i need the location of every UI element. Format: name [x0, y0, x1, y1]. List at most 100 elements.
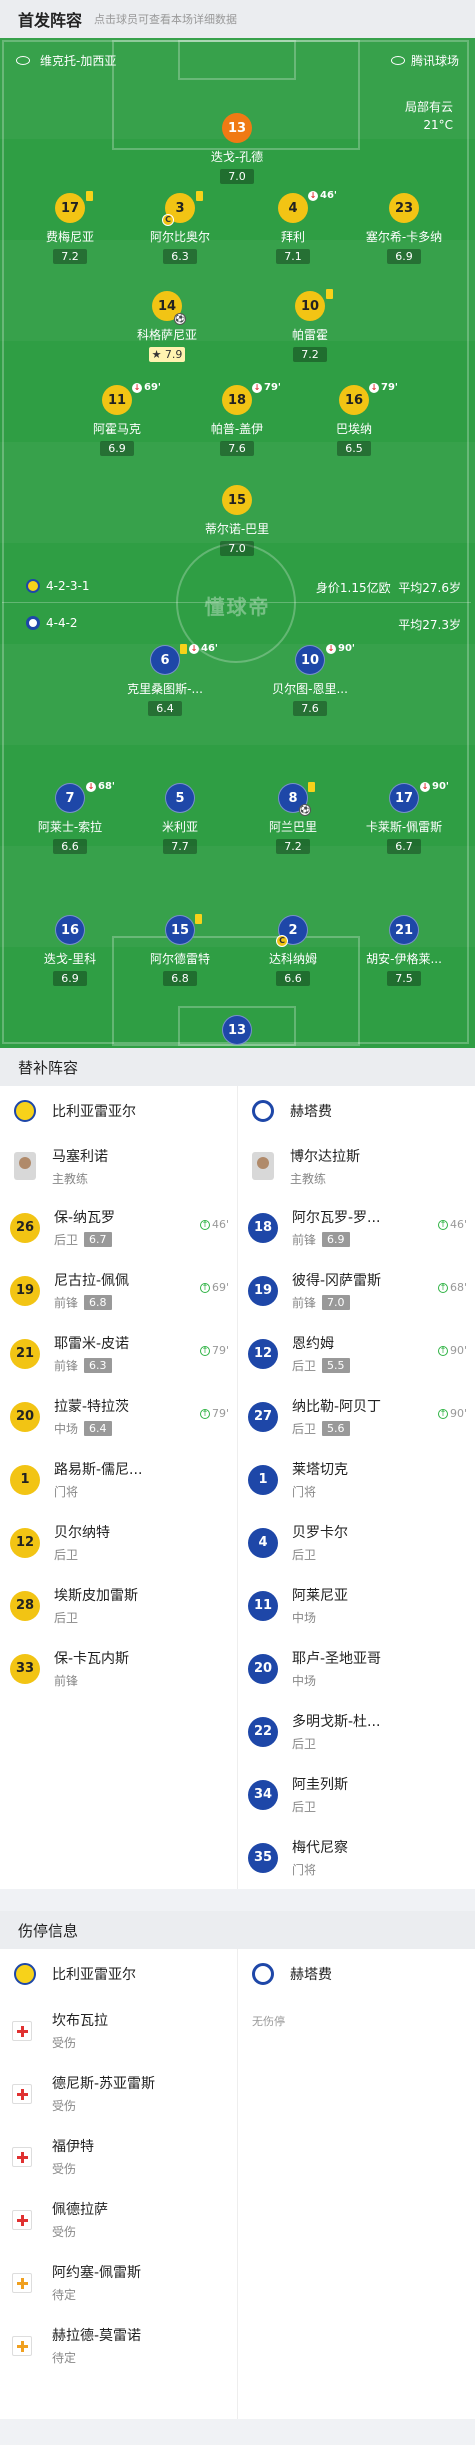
home-player[interactable]: 23 塞尔希-卡多纳 6.9	[354, 193, 454, 264]
sub-player-row[interactable]: 12 贝尔纳特 后卫	[0, 1511, 237, 1574]
sub-in-arrow-icon: ↑	[199, 1408, 210, 1419]
player-rating: 6.9	[100, 441, 134, 456]
injury-row[interactable]: 阿约塞-佩雷斯 待定	[0, 2251, 237, 2314]
away-player[interactable]: 16 迭戈-里科 6.9	[20, 915, 120, 986]
sub-player-row[interactable]: 12 恩约姆 后卫 5.5 ↑ 90'	[238, 1322, 475, 1385]
sub-player-position: 后卫	[292, 1798, 475, 1815]
sub-player-row[interactable]: 33 保-卡瓦内斯 前锋	[0, 1637, 237, 1700]
home-player[interactable]: 10 帕雷霍 7.2	[260, 289, 360, 362]
away-player[interactable]: 17 ↓ 90' 卡莱斯-佩雷斯 6.7	[354, 781, 454, 854]
position-text: 后卫	[292, 1422, 317, 1436]
home-player[interactable]: 3 C 阿尔比奥尔 6.3	[130, 191, 230, 264]
player-name: 帕普-盖伊	[210, 422, 264, 436]
sub-out-minute: 68'	[98, 781, 115, 792]
home-player[interactable]: 15 蒂尔诺-巴里 7.0	[187, 485, 287, 556]
coach-avatar	[252, 1152, 274, 1180]
player-name: 阿兰巴里	[268, 820, 317, 834]
sub-player-rating: 6.3	[84, 1358, 112, 1373]
sub-player-row[interactable]: 27 纳比勒-阿贝丁 后卫 5.6 ↑ 90'	[238, 1385, 475, 1448]
sub-out-arrow-icon: ↓	[308, 190, 318, 201]
shirt-number: 18 ↓ 79'	[222, 382, 281, 415]
player-name: 拜利	[280, 230, 305, 244]
injuries-away-team[interactable]: 赫塔费	[238, 1949, 475, 1999]
medical-cross-icon	[12, 2083, 32, 2104]
subs-home-team[interactable]: 比利亚雷亚尔	[0, 1086, 237, 1136]
lineup-hint: 点击球员可查看本场详细数据	[94, 13, 238, 26]
sub-player-row[interactable]: 1 路易斯-儒尼... 门将	[0, 1448, 237, 1511]
sub-player-rating: 6.8	[84, 1295, 112, 1310]
sub-player-row[interactable]: 22 多明戈斯-杜... 后卫	[238, 1700, 475, 1763]
player-name: 塞尔希-卡多纳	[365, 230, 443, 244]
home-player[interactable]: 13 迭戈-孔德 7.0	[187, 113, 287, 184]
away-player[interactable]: 2 C 达科纳姆 6.6	[243, 915, 343, 986]
substitution-out: ↓ 90'	[326, 643, 355, 654]
away-player[interactable]: 6 ↓ 46' 克里桑图斯-... 6.4	[115, 643, 218, 716]
home-player[interactable]: 16 ↓ 79' 巴埃纳 6.5	[304, 382, 404, 456]
sub-in-arrow-icon: ↑	[199, 1219, 210, 1230]
sub-player-row[interactable]: 11 阿莱尼亚 中场	[238, 1574, 475, 1637]
shirt-number: 27	[248, 1401, 278, 1432]
home-player[interactable]: 18 ↓ 79' 帕普-盖伊 7.6	[187, 382, 287, 456]
sub-out-arrow-icon: ↓	[189, 643, 199, 654]
sub-in-arrow-icon: ↑	[437, 1408, 448, 1419]
away-player[interactable]: 10 ↓ 90' 贝尔图-恩里... 7.6	[260, 643, 360, 716]
injury-row[interactable]: 赫拉德-莫雷诺 待定	[0, 2314, 237, 2377]
home-player[interactable]: 11 ↓ 69' 阿霍马克 6.9	[67, 382, 167, 456]
sub-player-position: 中场 6.4	[54, 1420, 237, 1437]
sub-player-rating: 5.6	[322, 1421, 350, 1436]
away-player[interactable]: 21 胡安-伊格莱... 7.5	[354, 915, 454, 986]
sub-player-row[interactable]: 26 保-纳瓦罗 后卫 6.7 ↑ 46'	[0, 1196, 237, 1259]
player-name: 阿尔德雷特	[149, 952, 210, 966]
injuries-home-column: 比利亚雷亚尔 坎布瓦拉 受伤 德尼斯-苏亚雷斯 受伤 福伊特 受伤 佩德拉萨 受伤 阿约塞-佩雷…	[0, 1949, 237, 2419]
away-player[interactable]: 15 阿尔德雷特 6.8	[130, 914, 230, 986]
home-coach[interactable]: 马塞利诺 主教练	[0, 1136, 237, 1196]
player-rating: 6.4	[148, 701, 182, 716]
home-player[interactable]: 14 ⚽ 科格萨尼亚 ★ 7.9	[117, 291, 217, 362]
sub-player-position: 门将	[54, 1483, 237, 1500]
shirt-number: 5	[165, 783, 195, 813]
player-rating: 7.7	[163, 839, 197, 854]
sub-player-row[interactable]: 20 耶卢-圣地亚哥 中场	[238, 1637, 475, 1700]
injury-row[interactable]: 福伊特 受伤	[0, 2125, 237, 2188]
subs-away-team[interactable]: 赫塔费	[238, 1086, 475, 1136]
position-text: 后卫	[292, 1359, 317, 1373]
sub-player-row[interactable]: 18 阿尔瓦罗-罗... 前锋 6.9 ↑ 46'	[238, 1196, 475, 1259]
sub-player-row[interactable]: 4 贝罗卡尔 后卫	[238, 1511, 475, 1574]
position-text: 后卫	[292, 1737, 317, 1751]
sub-player-row[interactable]: 35 梅代尼察 门将	[238, 1826, 475, 1889]
injury-row[interactable]: 佩德拉萨 受伤	[0, 2188, 237, 2251]
sub-player-row[interactable]: 34 阿圭列斯 后卫	[238, 1763, 475, 1826]
substitution-in: ↑ 90'	[437, 1407, 467, 1420]
away-player[interactable]: 13戴维-索里亚7.1	[187, 1015, 287, 1048]
sub-player-row[interactable]: 20 拉蒙-特拉茨 中场 6.4 ↑ 79'	[0, 1385, 237, 1448]
sub-player-name: 埃斯皮加雷斯	[54, 1588, 138, 1604]
player-rating: 6.8	[163, 971, 197, 986]
injury-row[interactable]: 德尼斯-苏亚雷斯 受伤	[0, 2062, 237, 2125]
away-player[interactable]: 7 ↓ 68' 阿莱士-索拉 6.6	[20, 781, 120, 854]
away-player[interactable]: 5 米利亚 7.7	[130, 783, 230, 854]
sub-player-name: 贝尔纳特	[54, 1525, 110, 1541]
sub-player-row[interactable]: 1 莱塔切克 门将	[238, 1448, 475, 1511]
shirt-number: 13	[222, 113, 252, 143]
injury-row[interactable]: 坎布瓦拉 受伤	[0, 1999, 237, 2062]
home-player[interactable]: 4 ↓ 46' 拜利 7.1	[243, 190, 343, 264]
player-name: 科格萨尼亚	[136, 328, 197, 342]
player-name: 迭戈-孔德	[210, 150, 264, 164]
sub-player-row[interactable]: 21 耶雷米-皮诺 前锋 6.3 ↑ 79'	[0, 1322, 237, 1385]
substitution-in: ↑ 90'	[437, 1344, 467, 1357]
sub-player-row[interactable]: 19 尼古拉-佩佩 前锋 6.8 ↑ 69'	[0, 1259, 237, 1322]
home-player[interactable]: 17 费梅尼亚 7.2	[20, 191, 120, 264]
sub-in-minute: 90'	[449, 1407, 467, 1420]
away-coach[interactable]: 博尔达拉斯 主教练	[238, 1136, 475, 1196]
sub-player-row[interactable]: 19 彼得-冈萨雷斯 前锋 7.0 ↑ 68'	[238, 1259, 475, 1322]
top-goal-box	[178, 40, 296, 80]
sub-out-minute: 46'	[201, 643, 218, 654]
substitution-in: ↑ 79'	[199, 1344, 229, 1357]
shirt-number: 18	[248, 1212, 278, 1243]
injury-status: 受伤	[52, 2099, 77, 2113]
sub-player-rating: 5.5	[322, 1358, 350, 1373]
sub-player-row[interactable]: 28 埃斯皮加雷斯 后卫	[0, 1574, 237, 1637]
away-player[interactable]: 8 ⚽ 阿兰巴里 7.2	[243, 782, 343, 854]
shirt-number: 20	[248, 1653, 278, 1684]
injuries-home-team[interactable]: 比利亚雷亚尔	[0, 1949, 237, 1999]
